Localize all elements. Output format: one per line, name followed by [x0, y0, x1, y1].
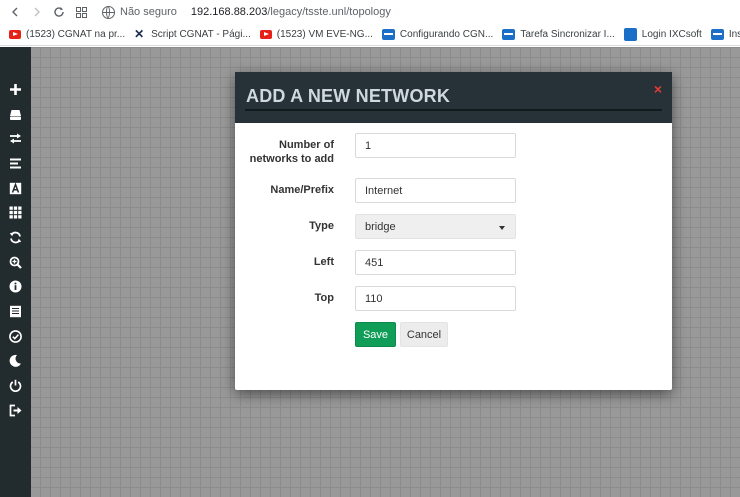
- add-icon[interactable]: [0, 77, 31, 102]
- back-button[interactable]: [4, 1, 26, 23]
- save-button[interactable]: Save: [355, 322, 396, 347]
- reload-button[interactable]: [48, 1, 70, 23]
- x-logo-icon: ✕: [134, 27, 145, 41]
- cancel-button[interactable]: Cancel: [400, 322, 448, 347]
- bookmark-label: Instalação EVE-NG...: [728, 29, 740, 40]
- bookmark-item[interactable]: (1523) CGNAT na pr...: [9, 29, 125, 40]
- add-network-dialog: ADD A NEW NETWORK × Number of networks t…: [235, 72, 672, 390]
- bookmark-item[interactable]: Configurando CGN...: [381, 29, 494, 40]
- apps-button[interactable]: [70, 1, 92, 23]
- type-label: Type: [309, 220, 334, 232]
- count-label-line2: networks to add: [249, 153, 334, 165]
- grid-icon[interactable]: [0, 200, 31, 225]
- youtube-icon: [259, 30, 272, 39]
- dialog-header: ADD A NEW NETWORK ×: [235, 72, 672, 123]
- zoom-icon[interactable]: [0, 250, 31, 275]
- eve-ng-icon: [502, 29, 516, 40]
- bookmark-label: Tarefa Sincronizar I...: [520, 29, 615, 40]
- bookmark-item[interactable]: Instalação EVE-NG...: [710, 29, 740, 40]
- name-prefix-input[interactable]: [355, 178, 516, 203]
- eve-ng-icon: [381, 29, 395, 40]
- bookmark-label: (1523) VM EVE-NG...: [276, 29, 373, 40]
- top-label: Top: [314, 292, 334, 304]
- bookmark-label: Script CGNAT - Pági...: [151, 29, 251, 40]
- chevron-right-icon: [34, 7, 40, 17]
- top-input[interactable]: [355, 286, 516, 311]
- moon-icon[interactable]: [0, 349, 31, 374]
- bookmark-item[interactable]: Tarefa Sincronizar I...: [502, 29, 615, 40]
- bookmarks-bar: (1523) CGNAT na pr... ✕ Script CGNAT - Pá…: [0, 24, 740, 46]
- url-path: /legacy/tsste.unl/topology: [267, 6, 391, 18]
- forward-button[interactable]: [26, 1, 48, 23]
- bookmark-label: Configurando CGN...: [399, 29, 494, 40]
- bookmark-label: (1523) CGNAT na pr...: [26, 29, 126, 40]
- notes-icon[interactable]: [0, 299, 31, 324]
- title-divider: [245, 109, 662, 111]
- bookmark-item[interactable]: ✕ Script CGNAT - Pági...: [134, 27, 251, 41]
- node-icon[interactable]: [0, 102, 31, 127]
- refresh-icon[interactable]: [0, 225, 31, 250]
- url-bar[interactable]: Não seguro 192.168.88.203/legacy/tsste.u…: [102, 5, 391, 19]
- left-input[interactable]: [355, 250, 516, 275]
- dialog-title: ADD A NEW NETWORK: [246, 86, 451, 106]
- type-select[interactable]: bridge: [355, 214, 516, 239]
- power-icon[interactable]: [0, 373, 31, 398]
- url-host: 192.168.88.203: [190, 6, 268, 18]
- caret-down-icon: [499, 226, 505, 230]
- text-icon[interactable]: [0, 176, 31, 201]
- check-icon[interactable]: [0, 324, 31, 349]
- globe-icon: [102, 5, 115, 19]
- eve-ng-icon: [710, 29, 724, 40]
- bookmark-label: Login IXCsoft: [641, 29, 702, 40]
- connect-icon[interactable]: [0, 126, 31, 151]
- logout-icon[interactable]: [0, 398, 31, 423]
- bookmark-item[interactable]: Login IXCsoft: [623, 28, 702, 41]
- list-icon[interactable]: [0, 151, 31, 176]
- left-label: Left: [313, 256, 334, 268]
- youtube-icon: [9, 30, 21, 39]
- info-icon[interactable]: [0, 275, 31, 300]
- chevron-left-icon: [12, 7, 18, 17]
- ixc-icon: [623, 28, 637, 41]
- reload-icon: [54, 7, 64, 17]
- sidebar: [0, 47, 31, 497]
- topology-canvas[interactable]: ADD A NEW NETWORK × Number of networks t…: [0, 47, 740, 497]
- not-secure-label: Não seguro: [120, 6, 177, 18]
- count-label-line1: Number of: [279, 139, 334, 151]
- type-selected-value: bridge: [365, 220, 396, 233]
- network-count-input[interactable]: [355, 133, 516, 158]
- close-icon[interactable]: ×: [654, 82, 662, 96]
- grid-squares-icon: [75, 6, 87, 18]
- name-label: Name/Prefix: [270, 184, 334, 196]
- bookmark-item[interactable]: (1523) VM EVE-NG...: [259, 29, 373, 40]
- browser-toolbar: Não seguro 192.168.88.203/legacy/tsste.u…: [0, 0, 740, 24]
